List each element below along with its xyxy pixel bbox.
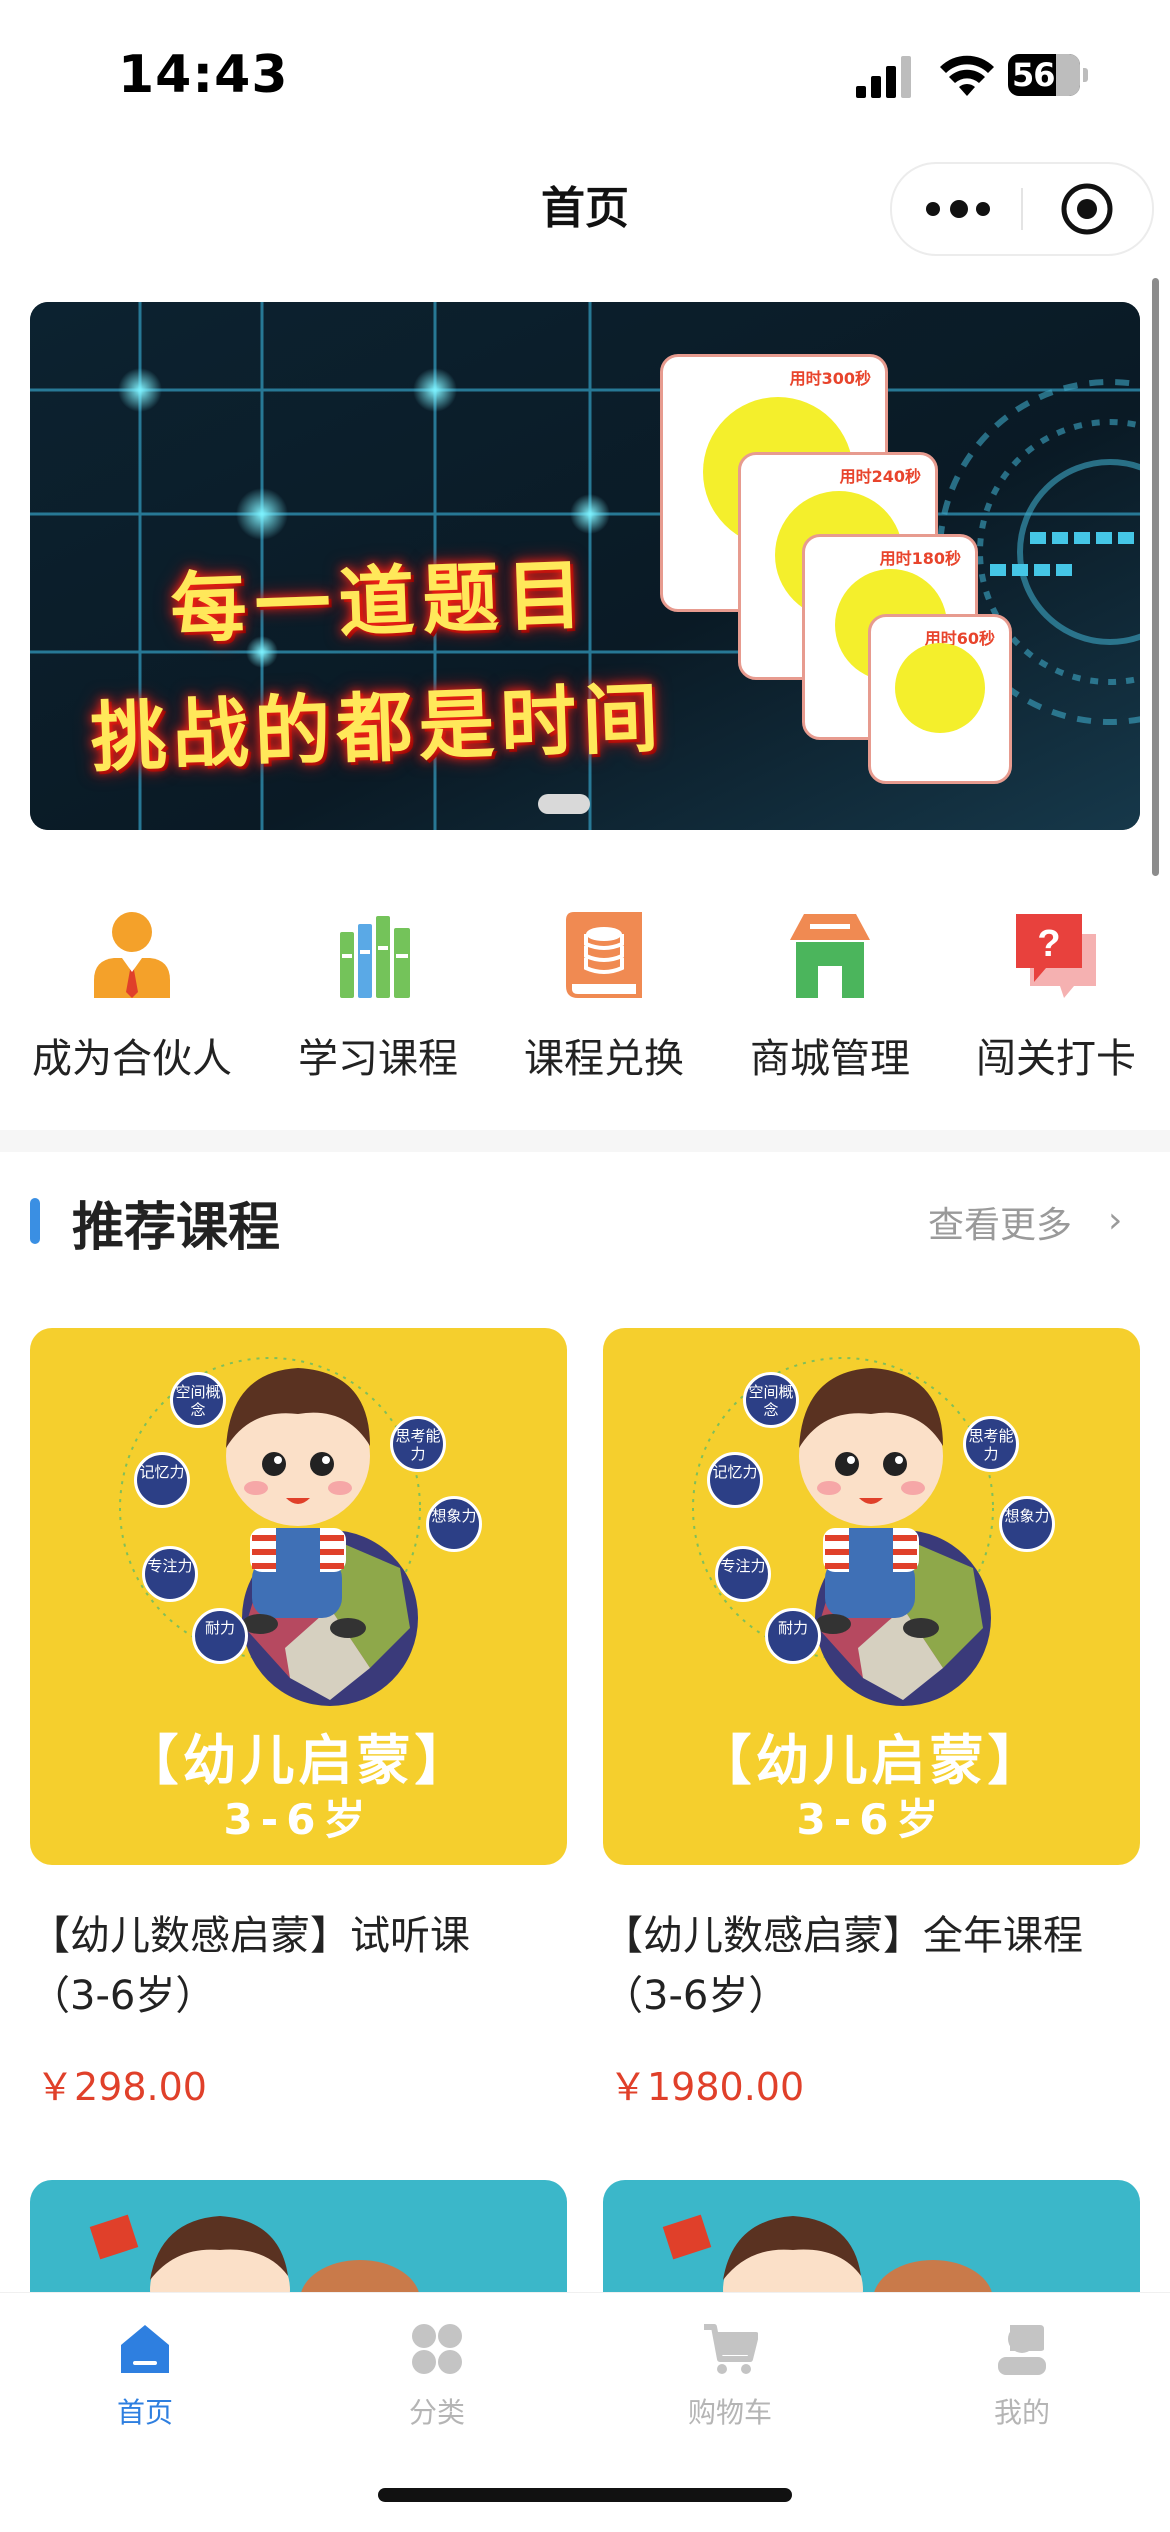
skill-bubble: 耐力 <box>192 1608 248 1664</box>
skill-bubble: 空间概念 <box>743 1372 799 1428</box>
course-image-age: 3-6岁 <box>223 1795 374 1844</box>
course-image-age: 3-6岁 <box>796 1795 947 1844</box>
home-indicator[interactable] <box>378 2488 792 2502</box>
tab-category[interactable]: 分类 <box>337 2313 537 2433</box>
tab-label: 我的 <box>993 2396 1050 2429</box>
chevron-right-icon: › <box>1108 1200 1123 1241</box>
skill-bubble: 专注力 <box>142 1546 198 1602</box>
wifi-icon <box>940 55 994 96</box>
skill-bubble: 思考能力 <box>963 1416 1019 1472</box>
banner-carousel[interactable]: 用时300秒 用时240秒 用时180秒 用时60秒 每一道题目 挑战的都是时间 <box>30 302 1140 830</box>
partner-icon <box>94 912 170 998</box>
menu-item-courses[interactable]: 学习课程 <box>268 900 488 1090</box>
course-image: 空间概念 思考能力 记忆力 想象力 专注力 耐力 【幼儿启蒙】 3-6岁 <box>603 1328 1140 1865</box>
menu-item-checkin[interactable]: ? 闯关打卡 <box>946 900 1166 1090</box>
course-name: 【幼儿数感启蒙】全年课程 （3-6岁） <box>603 1913 1083 2019</box>
tab-home[interactable]: 首页 <box>45 2313 245 2433</box>
tab-label: 首页 <box>116 2396 173 2429</box>
menu-item-store[interactable]: 商城管理 <box>720 900 940 1090</box>
menu-label: 成为合伙人 <box>32 1036 232 1082</box>
tab-label: 分类 <box>408 2396 465 2429</box>
skill-bubble: 思考能力 <box>390 1416 446 1472</box>
course-price: ￥1980.00 <box>609 2065 805 2109</box>
course-image-title: 【幼儿启蒙】 <box>697 1729 1046 1792</box>
skill-bubble: 想象力 <box>999 1496 1055 1552</box>
store-icon <box>790 914 870 998</box>
course-card-partial[interactable] <box>30 2180 567 2300</box>
view-more-link[interactable]: 查看更多 › <box>928 1196 1128 1250</box>
section-title: 推荐课程 <box>72 1198 281 1258</box>
course-price: ￥298.00 <box>36 2065 207 2109</box>
more-options-icon[interactable] <box>926 200 992 218</box>
menu-item-redeem[interactable]: 课程兑换 <box>494 900 714 1090</box>
cart-icon <box>704 2324 758 2374</box>
svg-text:?: ? <box>1037 923 1060 965</box>
status-bar: 14:43 56 <box>0 0 1170 150</box>
scrollbar[interactable] <box>1152 278 1159 876</box>
tab-cart[interactable]: 购物车 <box>630 2313 830 2433</box>
skill-bubble: 耐力 <box>765 1608 821 1664</box>
books-icon <box>340 916 410 998</box>
view-more-label: 查看更多 <box>928 1205 1073 1246</box>
user-icon <box>998 2325 1046 2375</box>
question-chat-icon: ? <box>1016 914 1096 998</box>
course-image: 空间概念 思考能力 记忆力 想象力 专注力 耐力 【幼儿启蒙】 3-6岁 <box>30 1328 567 1865</box>
home-icon <box>121 2325 169 2373</box>
menu-label: 商城管理 <box>750 1036 910 1082</box>
skill-bubble: 空间概念 <box>170 1372 226 1428</box>
course-card-partial[interactable] <box>603 2180 1140 2300</box>
mini-program-capsule <box>890 162 1154 256</box>
tab-profile[interactable]: 我的 <box>922 2313 1122 2433</box>
close-miniprogram-icon[interactable] <box>1060 182 1114 236</box>
course-image-title: 【幼儿启蒙】 <box>124 1729 473 1792</box>
battery-icon: 56 <box>1008 54 1088 96</box>
battery-level: 56 <box>1012 56 1056 94</box>
menu-label: 课程兑换 <box>524 1036 684 1082</box>
skill-bubble: 想象力 <box>426 1496 482 1552</box>
course-name: 【幼儿数感启蒙】试听课 （3-6岁） <box>30 1913 470 2019</box>
coin-book-icon <box>566 912 642 998</box>
category-icon <box>412 2324 462 2374</box>
tab-label: 购物车 <box>687 2396 772 2429</box>
cellular-signal-icon <box>856 56 911 98</box>
skill-bubble: 专注力 <box>715 1546 771 1602</box>
menu-label: 闯关打卡 <box>976 1036 1136 1082</box>
section-accent-bar <box>30 1198 40 1244</box>
status-time: 14:43 <box>118 45 289 105</box>
menu-label: 学习课程 <box>298 1036 458 1082</box>
carousel-indicator[interactable] <box>538 794 590 814</box>
page: 14:43 56 首页 用时300秒 用时240秒 用时180秒 用时60秒 每… <box>0 0 1170 2532</box>
section-divider <box>0 1130 1170 1152</box>
skill-bubble: 记忆力 <box>707 1452 763 1508</box>
menu-item-partner[interactable]: 成为合伙人 <box>22 900 242 1090</box>
skill-bubble: 记忆力 <box>134 1452 190 1508</box>
